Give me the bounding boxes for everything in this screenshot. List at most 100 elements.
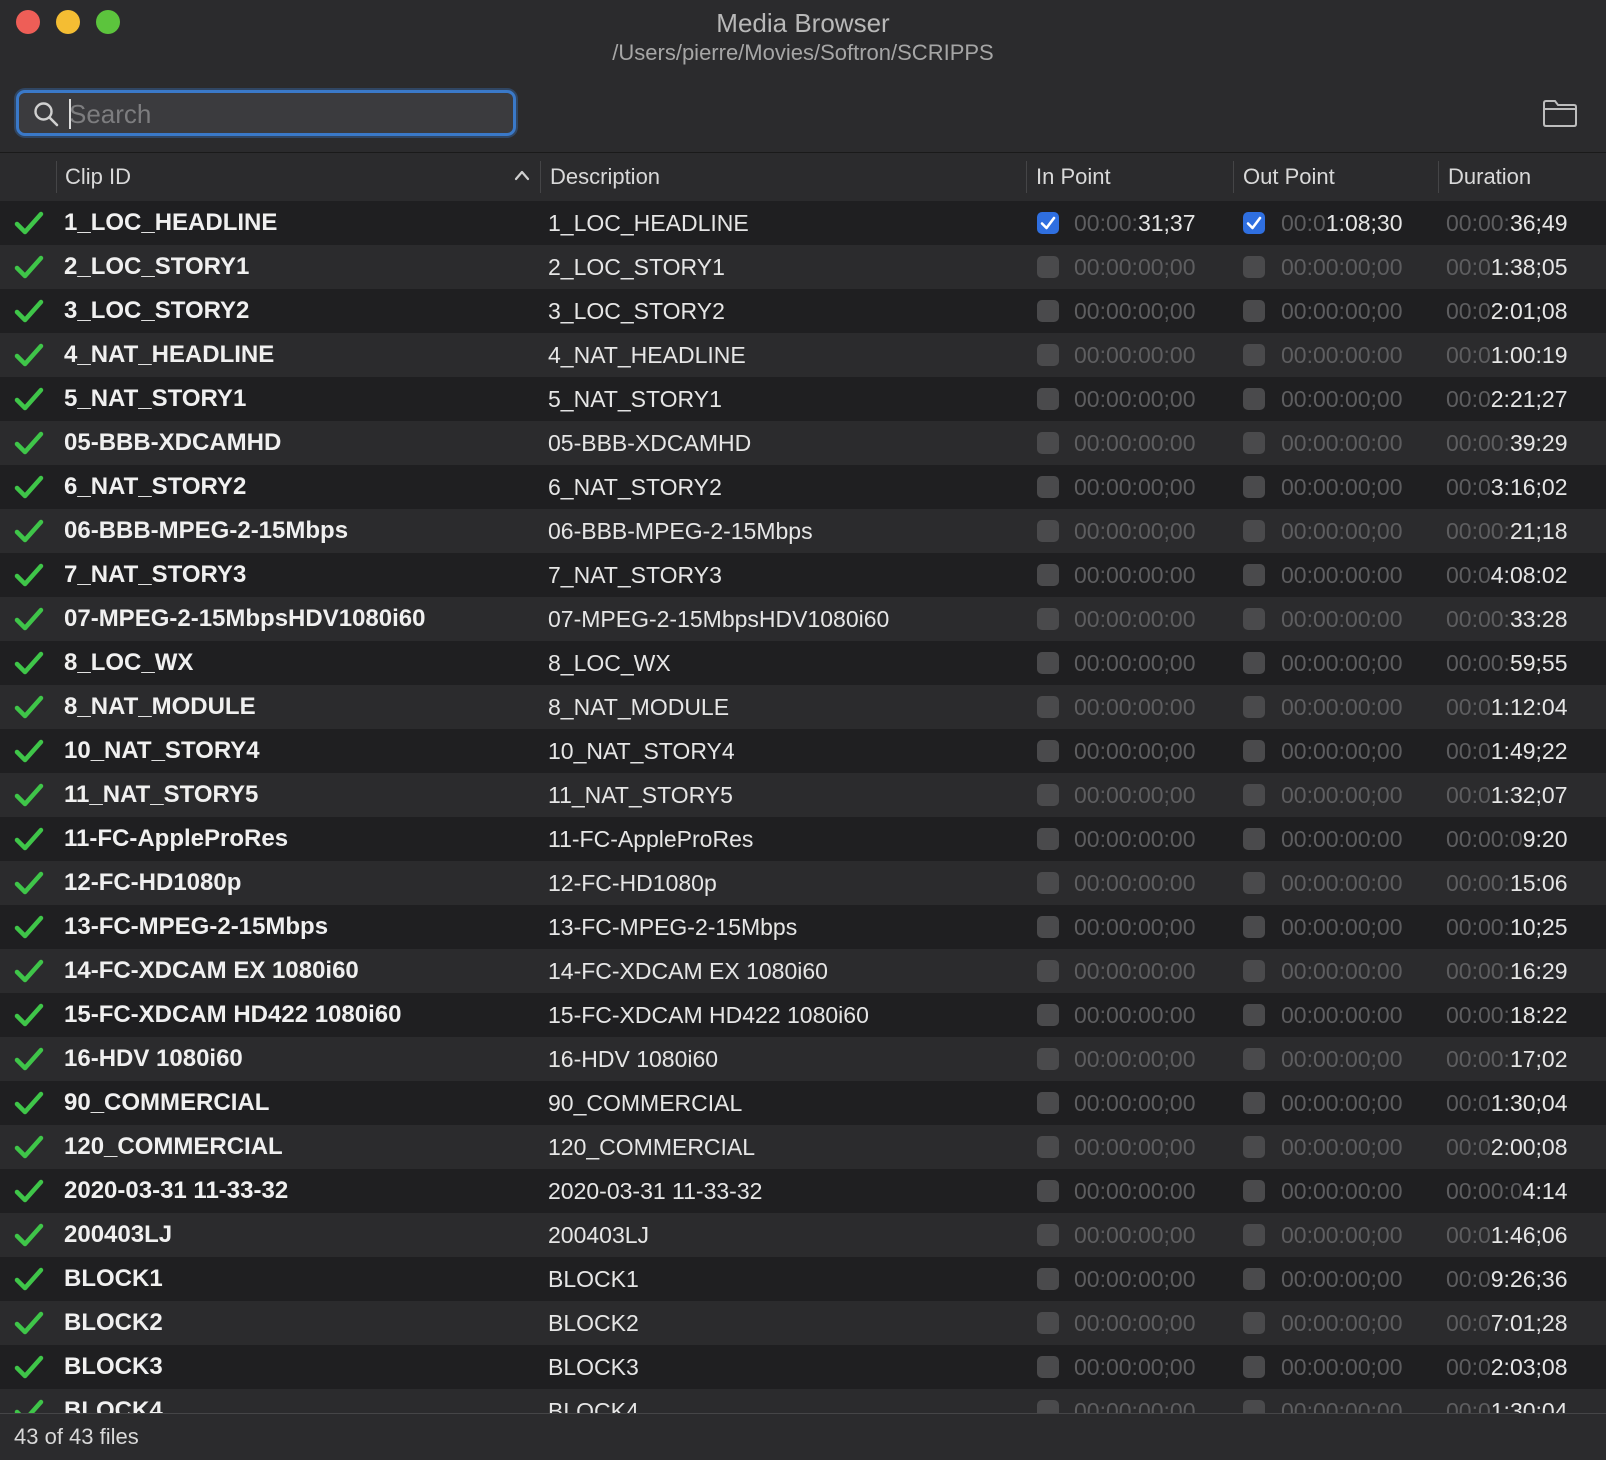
in-point-timecode[interactable]: 00:00:00;00 <box>1074 729 1196 773</box>
in-point-checkbox[interactable] <box>1037 476 1059 498</box>
table-row[interactable]: 11_NAT_STORY5 11_NAT_STORY5 00:00:00;00 00:… <box>0 773 1606 817</box>
column-header-in-point[interactable]: In Point <box>1028 153 1233 201</box>
in-point-checkbox[interactable] <box>1037 212 1059 234</box>
in-point-timecode[interactable]: 00:00:00:00 <box>1074 597 1196 641</box>
out-point-timecode[interactable]: 00:00:00;00 <box>1281 465 1403 509</box>
out-point-checkbox[interactable] <box>1243 960 1265 982</box>
in-point-timecode[interactable]: 00:00:00;00 <box>1074 1081 1196 1125</box>
out-point-checkbox[interactable] <box>1243 608 1265 630</box>
out-point-checkbox[interactable] <box>1243 1092 1265 1114</box>
in-point-timecode[interactable]: 00:00:00;00 <box>1074 465 1196 509</box>
in-point-timecode[interactable]: 00:00:00:00 <box>1074 421 1196 465</box>
in-point-checkbox[interactable] <box>1037 300 1059 322</box>
out-point-checkbox[interactable] <box>1243 916 1265 938</box>
in-point-timecode[interactable]: 00:00:00:00 <box>1074 993 1196 1037</box>
out-point-checkbox[interactable] <box>1243 476 1265 498</box>
out-point-checkbox[interactable] <box>1243 784 1265 806</box>
in-point-timecode[interactable]: 00:00:00;00 <box>1074 1257 1196 1301</box>
in-point-checkbox[interactable] <box>1037 1136 1059 1158</box>
in-point-checkbox[interactable] <box>1037 432 1059 454</box>
table-row[interactable]: BLOCK1 BLOCK1 00:00:00;00 00:00:00;00 00:09:… <box>0 1257 1606 1301</box>
in-point-timecode[interactable]: 00:00:00:00 <box>1074 817 1196 861</box>
in-point-checkbox[interactable] <box>1037 784 1059 806</box>
out-point-checkbox[interactable] <box>1243 828 1265 850</box>
out-point-checkbox[interactable] <box>1243 1180 1265 1202</box>
table-row[interactable]: 10_NAT_STORY4 10_NAT_STORY4 00:00:00;00 00:… <box>0 729 1606 773</box>
in-point-timecode[interactable]: 00:00:00;00 <box>1074 773 1196 817</box>
in-point-timecode[interactable]: 00:00:31;37 <box>1074 201 1196 245</box>
out-point-timecode[interactable]: 00:00:00:00 <box>1281 817 1403 861</box>
in-point-timecode[interactable]: 00:00:00;00 <box>1074 1037 1196 1081</box>
out-point-checkbox[interactable] <box>1243 1356 1265 1378</box>
out-point-timecode[interactable]: 00:00:00:00 <box>1281 421 1403 465</box>
out-point-checkbox[interactable] <box>1243 1004 1265 1026</box>
out-point-timecode[interactable]: 00:00:00;00 <box>1281 1301 1403 1345</box>
in-point-timecode[interactable]: 00:00:00;00 <box>1074 289 1196 333</box>
out-point-timecode[interactable]: 00:00:00;00 <box>1281 1213 1403 1257</box>
out-point-timecode[interactable]: 00:00:00;00 <box>1281 729 1403 773</box>
out-point-checkbox[interactable] <box>1243 652 1265 674</box>
table-row[interactable]: BLOCK2 BLOCK2 00:00:00;00 00:00:00;00 00:07:… <box>0 1301 1606 1345</box>
out-point-timecode[interactable]: 00:00:00;00 <box>1281 1389 1403 1413</box>
column-header-clip-id[interactable]: Clip ID <box>57 153 540 201</box>
in-point-timecode[interactable]: 00:00:00;00 <box>1074 1389 1196 1413</box>
in-point-timecode[interactable]: 00:00:00;00 <box>1074 509 1196 553</box>
clip-list[interactable]: 1_LOC_HEADLINE 1_LOC_HEADLINE 00:00:31;37 0… <box>0 201 1606 1413</box>
table-row[interactable]: 7_NAT_STORY3 7_NAT_STORY3 00:00:00:00 00:00… <box>0 553 1606 597</box>
table-row[interactable]: 14-FC-XDCAM EX 1080i60 14-FC-XDCAM EX 108… <box>0 949 1606 993</box>
table-row[interactable]: 11-FC-AppleProRes 11-FC-AppleProRes 00:00:… <box>0 817 1606 861</box>
in-point-checkbox[interactable] <box>1037 960 1059 982</box>
table-row[interactable]: 2_LOC_STORY1 2_LOC_STORY1 00:00:00;00 00:00… <box>0 245 1606 289</box>
in-point-checkbox[interactable] <box>1037 1312 1059 1334</box>
out-point-checkbox[interactable] <box>1243 1268 1265 1290</box>
table-row[interactable]: 90_COMMERCIAL 90_COMMERCIAL 00:00:00;00 00:… <box>0 1081 1606 1125</box>
table-row[interactable]: 1_LOC_HEADLINE 1_LOC_HEADLINE 00:00:31;37 0… <box>0 201 1606 245</box>
out-point-checkbox[interactable] <box>1243 1312 1265 1334</box>
table-row[interactable]: 5_NAT_STORY1 5_NAT_STORY1 00:00:00;00 00:00… <box>0 377 1606 421</box>
in-point-timecode[interactable]: 00:00:00;00 <box>1074 641 1196 685</box>
out-point-timecode[interactable]: 00:00:00;00 <box>1281 245 1403 289</box>
table-row[interactable]: 8_NAT_MODULE 8_NAT_MODULE 00:00:00:00 00:00… <box>0 685 1606 729</box>
in-point-checkbox[interactable] <box>1037 916 1059 938</box>
in-point-checkbox[interactable] <box>1037 872 1059 894</box>
out-point-timecode[interactable]: 00:00:00;00 <box>1281 509 1403 553</box>
out-point-checkbox[interactable] <box>1243 1224 1265 1246</box>
in-point-checkbox[interactable] <box>1037 1092 1059 1114</box>
in-point-checkbox[interactable] <box>1037 564 1059 586</box>
out-point-timecode[interactable]: 00:00:00;00 <box>1281 377 1403 421</box>
out-point-timecode[interactable]: 00:00:00;00 <box>1281 1125 1403 1169</box>
in-point-checkbox[interactable] <box>1037 608 1059 630</box>
in-point-timecode[interactable]: 00:00:00;00 <box>1074 1301 1196 1345</box>
table-row[interactable]: 12-FC-HD1080p 12-FC-HD1080p 00:00:00:00 00:… <box>0 861 1606 905</box>
in-point-timecode[interactable]: 00:00:00:00 <box>1074 553 1196 597</box>
out-point-timecode[interactable]: 00:00:00;00 <box>1281 1037 1403 1081</box>
table-row[interactable]: BLOCK3 BLOCK3 00:00:00;00 00:00:00;00 00:02:… <box>0 1345 1606 1389</box>
out-point-checkbox[interactable] <box>1243 564 1265 586</box>
table-row[interactable]: BLOCK4 BLOCK4 00:00:00;00 00:00:00;00 00:01:… <box>0 1389 1606 1413</box>
in-point-timecode[interactable]: 00:00:00;00 <box>1074 245 1196 289</box>
out-point-timecode[interactable]: 00:01:08;30 <box>1281 201 1403 245</box>
out-point-checkbox[interactable] <box>1243 212 1265 234</box>
in-point-timecode[interactable]: 00:00:00:00 <box>1074 861 1196 905</box>
out-point-timecode[interactable]: 00:00:00:00 <box>1281 949 1403 993</box>
table-row[interactable]: 4_NAT_HEADLINE 4_NAT_HEADLINE 00:00:00:00 0… <box>0 333 1606 377</box>
in-point-checkbox[interactable] <box>1037 388 1059 410</box>
in-point-checkbox[interactable] <box>1037 1400 1059 1413</box>
table-row[interactable]: 05-BBB-XDCAMHD 05-BBB-XDCAMHD 00:00:00:00 0… <box>0 421 1606 465</box>
out-point-checkbox[interactable] <box>1243 520 1265 542</box>
in-point-timecode[interactable]: 00:00:00:00 <box>1074 333 1196 377</box>
in-point-checkbox[interactable] <box>1037 696 1059 718</box>
table-row[interactable]: 3_LOC_STORY2 3_LOC_STORY2 00:00:00;00 00:00… <box>0 289 1606 333</box>
out-point-timecode[interactable]: 00:00:00;00 <box>1281 773 1403 817</box>
out-point-timecode[interactable]: 00:00:00:00 <box>1281 597 1403 641</box>
in-point-timecode[interactable]: 00:00:00;00 <box>1074 1125 1196 1169</box>
out-point-timecode[interactable]: 00:00:00;00 <box>1281 289 1403 333</box>
out-point-timecode[interactable]: 00:00:00;00 <box>1281 1257 1403 1301</box>
out-point-timecode[interactable]: 00:00:00:00 <box>1281 553 1403 597</box>
out-point-checkbox[interactable] <box>1243 1136 1265 1158</box>
out-point-checkbox[interactable] <box>1243 256 1265 278</box>
in-point-checkbox[interactable] <box>1037 344 1059 366</box>
table-row[interactable]: 6_NAT_STORY2 6_NAT_STORY2 00:00:00;00 00:00… <box>0 465 1606 509</box>
in-point-checkbox[interactable] <box>1037 1048 1059 1070</box>
out-point-timecode[interactable]: 00:00:00:00 <box>1281 685 1403 729</box>
